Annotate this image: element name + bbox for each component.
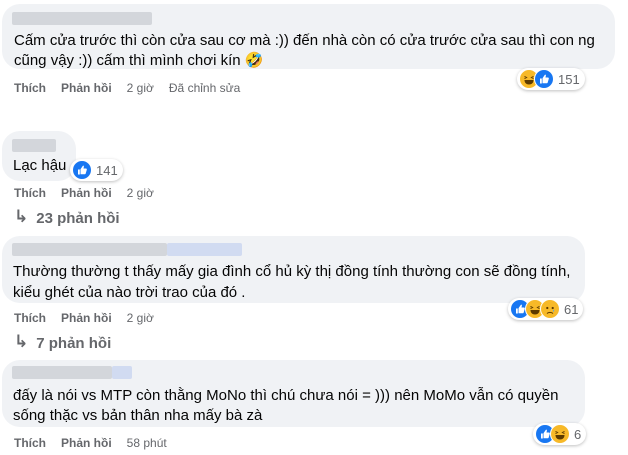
author-name[interactable] <box>12 139 56 152</box>
like-icon <box>72 160 92 180</box>
reply-button[interactable]: Phản hồi <box>61 186 112 200</box>
reply-button[interactable]: Phản hồi <box>61 81 112 95</box>
author-badge[interactable] <box>112 366 132 379</box>
reaction-count: 141 <box>96 162 118 178</box>
comment-time[interactable]: 2 giờ <box>127 311 154 325</box>
comment-text-line: kiểu ghét của nào trời trao của đó . <box>13 284 246 301</box>
reaction-count: 6 <box>574 426 582 442</box>
comment-bubble: đấy là nói vs MTP còn thằng MoNo thì chú… <box>2 360 585 427</box>
like-button[interactable]: Thích <box>14 81 46 95</box>
comment-bubble: Lạc hậu <box>2 131 76 181</box>
comment-bubble: Thường thường t thấy mấy gia đình cổ hủ … <box>2 236 585 303</box>
haha-icon <box>550 424 570 444</box>
replies-count: 7 phản hồi <box>36 334 112 352</box>
comment-actions: Thích Phản hồi 2 giờ Đã chỉnh sửa <box>14 81 255 95</box>
reaction-count: 61 <box>564 301 579 317</box>
comment-text-line: sống thặc vs bản thân nha mấy bà zà <box>13 407 263 424</box>
comment-actions: Thích Phản hồi 58 phút <box>14 436 182 450</box>
view-replies-link[interactable]: ↳ 7 phản hồi <box>14 332 112 353</box>
replies-count: 23 phản hồi <box>36 209 120 227</box>
reaction-count: 151 <box>558 71 580 87</box>
comment-bubble: Cấm cửa trước thì còn cửa sau cơ mà :)) … <box>2 4 615 69</box>
sad-icon <box>540 299 560 319</box>
reply-button[interactable]: Phản hồi <box>61 436 112 450</box>
comment-text-line: Thường thường t thấy mấy gia đình cổ hủ … <box>13 263 571 280</box>
comment-time[interactable]: 58 phút <box>127 436 167 450</box>
reaction-summary[interactable]: 141 <box>70 159 123 181</box>
comment-time[interactable]: 2 giờ <box>127 81 154 95</box>
like-button[interactable]: Thích <box>14 186 46 200</box>
edited-label[interactable]: Đã chỉnh sửa <box>169 81 240 95</box>
author-name[interactable] <box>12 366 112 379</box>
view-replies-link[interactable]: ↳ 23 phản hồi <box>14 207 120 228</box>
reply-button[interactable]: Phản hồi <box>61 311 112 325</box>
reaction-summary[interactable]: 61 <box>508 298 584 320</box>
like-button[interactable]: Thích <box>14 436 46 450</box>
comment-time[interactable]: 2 giờ <box>127 186 154 200</box>
like-button[interactable]: Thích <box>14 311 46 325</box>
comment-actions: Thích Phản hồi 2 giờ <box>14 311 169 325</box>
author-badge[interactable] <box>167 243 242 256</box>
comment-actions: Thích Phản hồi 2 giờ <box>14 186 169 200</box>
reaction-summary[interactable]: 6 <box>533 423 587 445</box>
author-name[interactable] <box>12 243 167 256</box>
comment-text-line: Cấm cửa trước thì còn cửa sau cơ mà :)) … <box>14 32 595 49</box>
reply-arrow-icon: ↳ <box>14 207 29 226</box>
reaction-summary[interactable]: 151 <box>517 68 585 90</box>
reply-arrow-icon: ↳ <box>14 332 29 351</box>
comment-text-line: đấy là nói vs MTP còn thằng MoNo thì chú… <box>13 387 559 404</box>
like-icon <box>534 69 554 89</box>
comment-text-line: Lạc hậu <box>13 157 67 174</box>
author-name[interactable] <box>12 12 152 25</box>
comment-text-line: cũng vậy :)) cấm thì mình chơi kín 🤣 <box>14 52 264 69</box>
